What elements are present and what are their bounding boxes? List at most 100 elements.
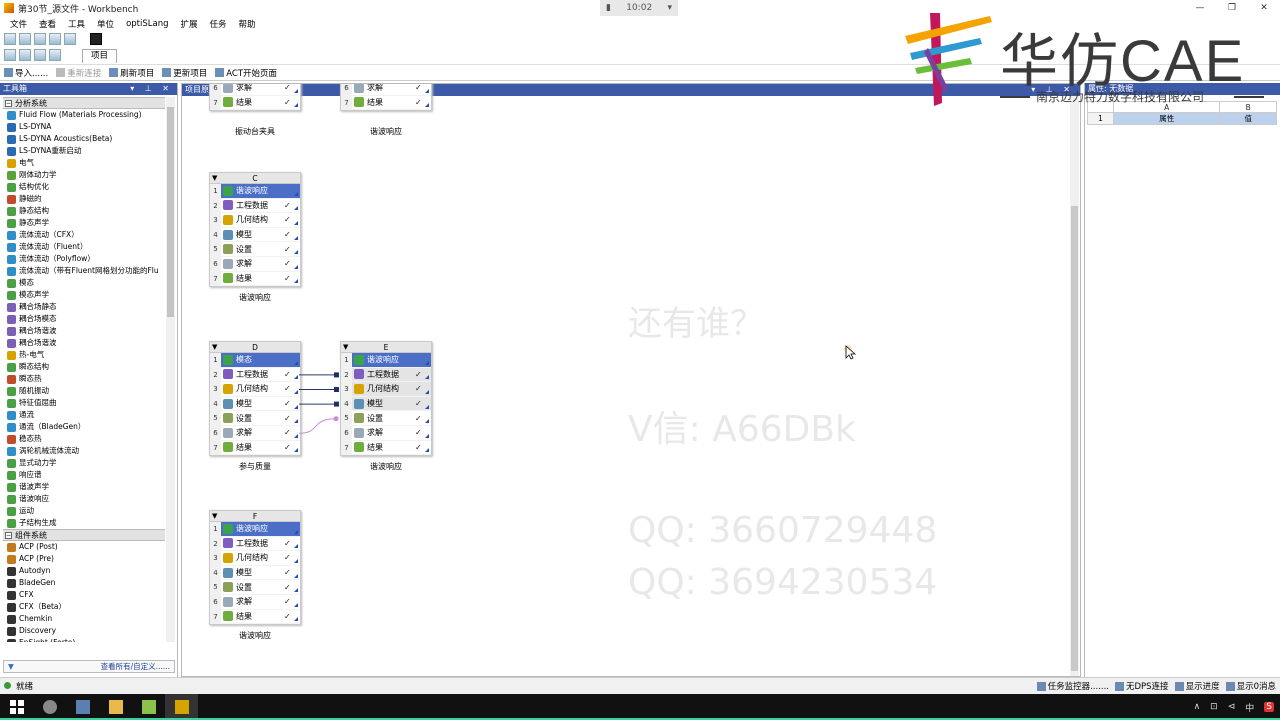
menu-units[interactable]: 单位 — [91, 18, 120, 30]
system-cell-row[interactable]: 5 设置 ✓ — [210, 580, 300, 595]
system-header[interactable]: ▼ D — [210, 342, 300, 353]
group-analysis-systems[interactable]: − 分析系统 — [3, 97, 165, 109]
analysis-item[interactable]: 谐波声学 — [3, 481, 165, 493]
schematic-scroll-thumb[interactable] — [1071, 206, 1078, 671]
system-block-c[interactable]: ▼ C 1 谐波响应 2 工程数据 ✓ 3 几何结构 ✓ 4 模型 ✓ 5 设置 ✓ 6 求解 ✓ 7 结果 ✓ — [209, 172, 301, 288]
filter-icon[interactable]: ▼ — [8, 662, 14, 671]
component-item[interactable]: Discovery — [3, 625, 165, 637]
analysis-item[interactable]: 结构优化 — [3, 181, 165, 193]
system-caption[interactable]: 参与质量 — [209, 461, 301, 472]
system-cell-row[interactable]: 4 模型 ✓ — [210, 565, 300, 581]
save-as-icon[interactable] — [49, 33, 61, 45]
menu-jobs[interactable]: 任务 — [204, 18, 233, 30]
system-cell-row[interactable]: 1 谐波响应 — [210, 184, 300, 199]
system-cell-row[interactable]: 2 工程数据 ✓ — [210, 367, 300, 383]
new-file-icon[interactable] — [4, 49, 16, 61]
toolbox-scroll-thumb[interactable] — [167, 107, 174, 317]
analysis-item[interactable]: 运动 — [3, 505, 165, 517]
tray-app-icon[interactable]: S — [1264, 702, 1274, 712]
system-cell-row[interactable]: 6 求解 ✓ — [210, 594, 300, 610]
component-item[interactable]: ACP (Post) — [3, 541, 165, 553]
menu-optislang[interactable]: optiSLang — [120, 19, 174, 29]
menu-help[interactable]: 帮助 — [233, 18, 262, 30]
dps-connection-button[interactable]: 无DPS连接 — [1114, 680, 1169, 692]
analysis-item[interactable]: 耦合场模态 — [3, 313, 165, 325]
job-monitor-button[interactable]: 任务监控器....... — [1036, 680, 1109, 692]
analysis-item[interactable]: 流体流动（Polyflow） — [3, 253, 165, 265]
menu-file[interactable]: 文件 — [4, 18, 33, 30]
system-cell-row[interactable]: 3 几何结构 ✓ — [341, 382, 431, 397]
component-item[interactable]: BladeGen — [3, 577, 165, 589]
taskbar-app-3[interactable] — [99, 694, 132, 720]
show-progress-button[interactable]: 显示进度 — [1174, 680, 1220, 692]
analysis-item[interactable]: 涡轮机械流体流动 — [3, 445, 165, 457]
system-caption[interactable]: 谐波响应 — [340, 461, 432, 472]
analysis-item[interactable]: 随机振动 — [3, 385, 165, 397]
component-item[interactable]: Chemkin — [3, 613, 165, 625]
system-menu-icon[interactable]: ▼ — [343, 342, 348, 353]
analysis-item[interactable]: 瞬态热 — [3, 373, 165, 385]
system-cell-row[interactable]: 7 结果 ✓ — [210, 95, 300, 111]
system-cell-row[interactable]: 6 求解 ✓ — [341, 84, 431, 96]
system-cell-row[interactable]: 7 结果 ✓ — [210, 271, 300, 287]
system-cell-row[interactable]: 5 设置 ✓ — [210, 411, 300, 426]
panel-pin-controls[interactable]: ▾ ⊥ ✕ — [130, 83, 177, 95]
analysis-item[interactable]: LS-DYNA Acoustics(Beta) — [3, 133, 165, 145]
tray-network-icon[interactable]: ⊡ — [1210, 702, 1218, 712]
system-cell-row[interactable]: 5 设置 ✓ — [210, 242, 300, 257]
tab-project[interactable]: 项目 — [82, 49, 118, 63]
collapse-icon[interactable]: − — [5, 99, 12, 107]
menu-tools[interactable]: 工具 — [62, 18, 91, 30]
system-block-e[interactable]: ▼ E 1 谐波响应 2 工程数据 ✓ 3 几何结构 ✓ 4 模型 ✓ 5 设置 ✓ 6 求解 ✓ 7 结果 ✓ — [340, 341, 432, 457]
schematic-scrollbar[interactable] — [1070, 96, 1079, 676]
close-button[interactable]: ✕ — [1248, 0, 1280, 16]
taskbar-app-workbench[interactable] — [165, 694, 198, 720]
taskbar-app-1[interactable] — [33, 694, 66, 720]
system-block-b[interactable]: 6 求解 ✓ 7 结果 ✓ — [340, 84, 432, 112]
act-start-page-button[interactable]: ACT开始页面 — [215, 67, 277, 79]
archive-icon[interactable] — [64, 33, 76, 45]
analysis-item[interactable]: 流体流动（Fluent） — [3, 241, 165, 253]
refresh-project-button[interactable]: 刷新项目 — [109, 67, 154, 79]
component-item[interactable]: CFX — [3, 589, 165, 601]
component-item[interactable]: ACP (Pre) — [3, 553, 165, 565]
system-cell-row[interactable]: 6 求解 ✓ — [210, 84, 300, 96]
menu-view[interactable]: 查看 — [33, 18, 62, 30]
analysis-item[interactable]: 通流 — [3, 409, 165, 421]
analysis-item[interactable]: LS-DYNA — [3, 121, 165, 133]
system-cell-row[interactable]: 2 工程数据 ✓ — [210, 536, 300, 552]
system-block-f[interactable]: ▼ F 1 谐波响应 2 工程数据 ✓ 3 几何结构 ✓ 4 模型 ✓ 5 设置 ✓ 6 求解 ✓ 7 结果 ✓ — [209, 510, 301, 626]
analysis-item[interactable]: 电气 — [3, 157, 165, 169]
analysis-item[interactable]: 流体流动（带有Fluent网格划分功能的Flu — [3, 265, 165, 277]
update-project-button[interactable]: 更新项目 — [162, 67, 207, 79]
component-item[interactable]: EnSight (Forte) — [3, 637, 165, 642]
system-caption[interactable]: 谐波响应 — [209, 630, 301, 641]
analysis-item[interactable]: 静态结构 — [3, 205, 165, 217]
table-row[interactable]: 1 属性 值 — [1087, 112, 1277, 125]
system-cell-row[interactable]: 7 结果 ✓ — [210, 609, 300, 625]
system-cell-row[interactable]: 7 结果 ✓ — [341, 95, 431, 111]
tray-ime-icon[interactable]: 中 — [1245, 701, 1254, 714]
save-disk-icon[interactable] — [34, 49, 46, 61]
system-caption[interactable]: 振动台夹具 — [209, 126, 301, 137]
system-cell-row[interactable]: 3 几何结构 ✓ — [210, 382, 300, 397]
import-button[interactable]: 导入...... — [4, 67, 48, 79]
analysis-item[interactable]: 热-电气 — [3, 349, 165, 361]
taskbar-app-4[interactable] — [132, 694, 165, 720]
analysis-item[interactable]: 静态声学 — [3, 217, 165, 229]
system-cell-row[interactable]: 1 模态 — [210, 353, 300, 368]
system-cell-row[interactable]: 6 求解 ✓ — [210, 256, 300, 272]
system-cell-row[interactable]: 4 模型 ✓ — [210, 396, 300, 412]
save-all-icon[interactable] — [49, 49, 61, 61]
system-cell-row[interactable]: 3 几何结构 ✓ — [210, 213, 300, 228]
system-cell-row[interactable]: 3 几何结构 ✓ — [210, 551, 300, 566]
analysis-item[interactable]: 耦合场谐波 — [3, 337, 165, 349]
open-icon[interactable] — [19, 33, 31, 45]
analysis-item[interactable]: 模态声学 — [3, 289, 165, 301]
system-cell-row[interactable]: 4 模型 ✓ — [210, 227, 300, 243]
analysis-item[interactable]: 响应谱 — [3, 469, 165, 481]
system-cell-row[interactable]: 6 求解 ✓ — [210, 425, 300, 441]
analysis-item[interactable]: 瞬态结构 — [3, 361, 165, 373]
system-header[interactable]: ▼ C — [210, 173, 300, 184]
open-folder-icon[interactable] — [19, 49, 31, 61]
